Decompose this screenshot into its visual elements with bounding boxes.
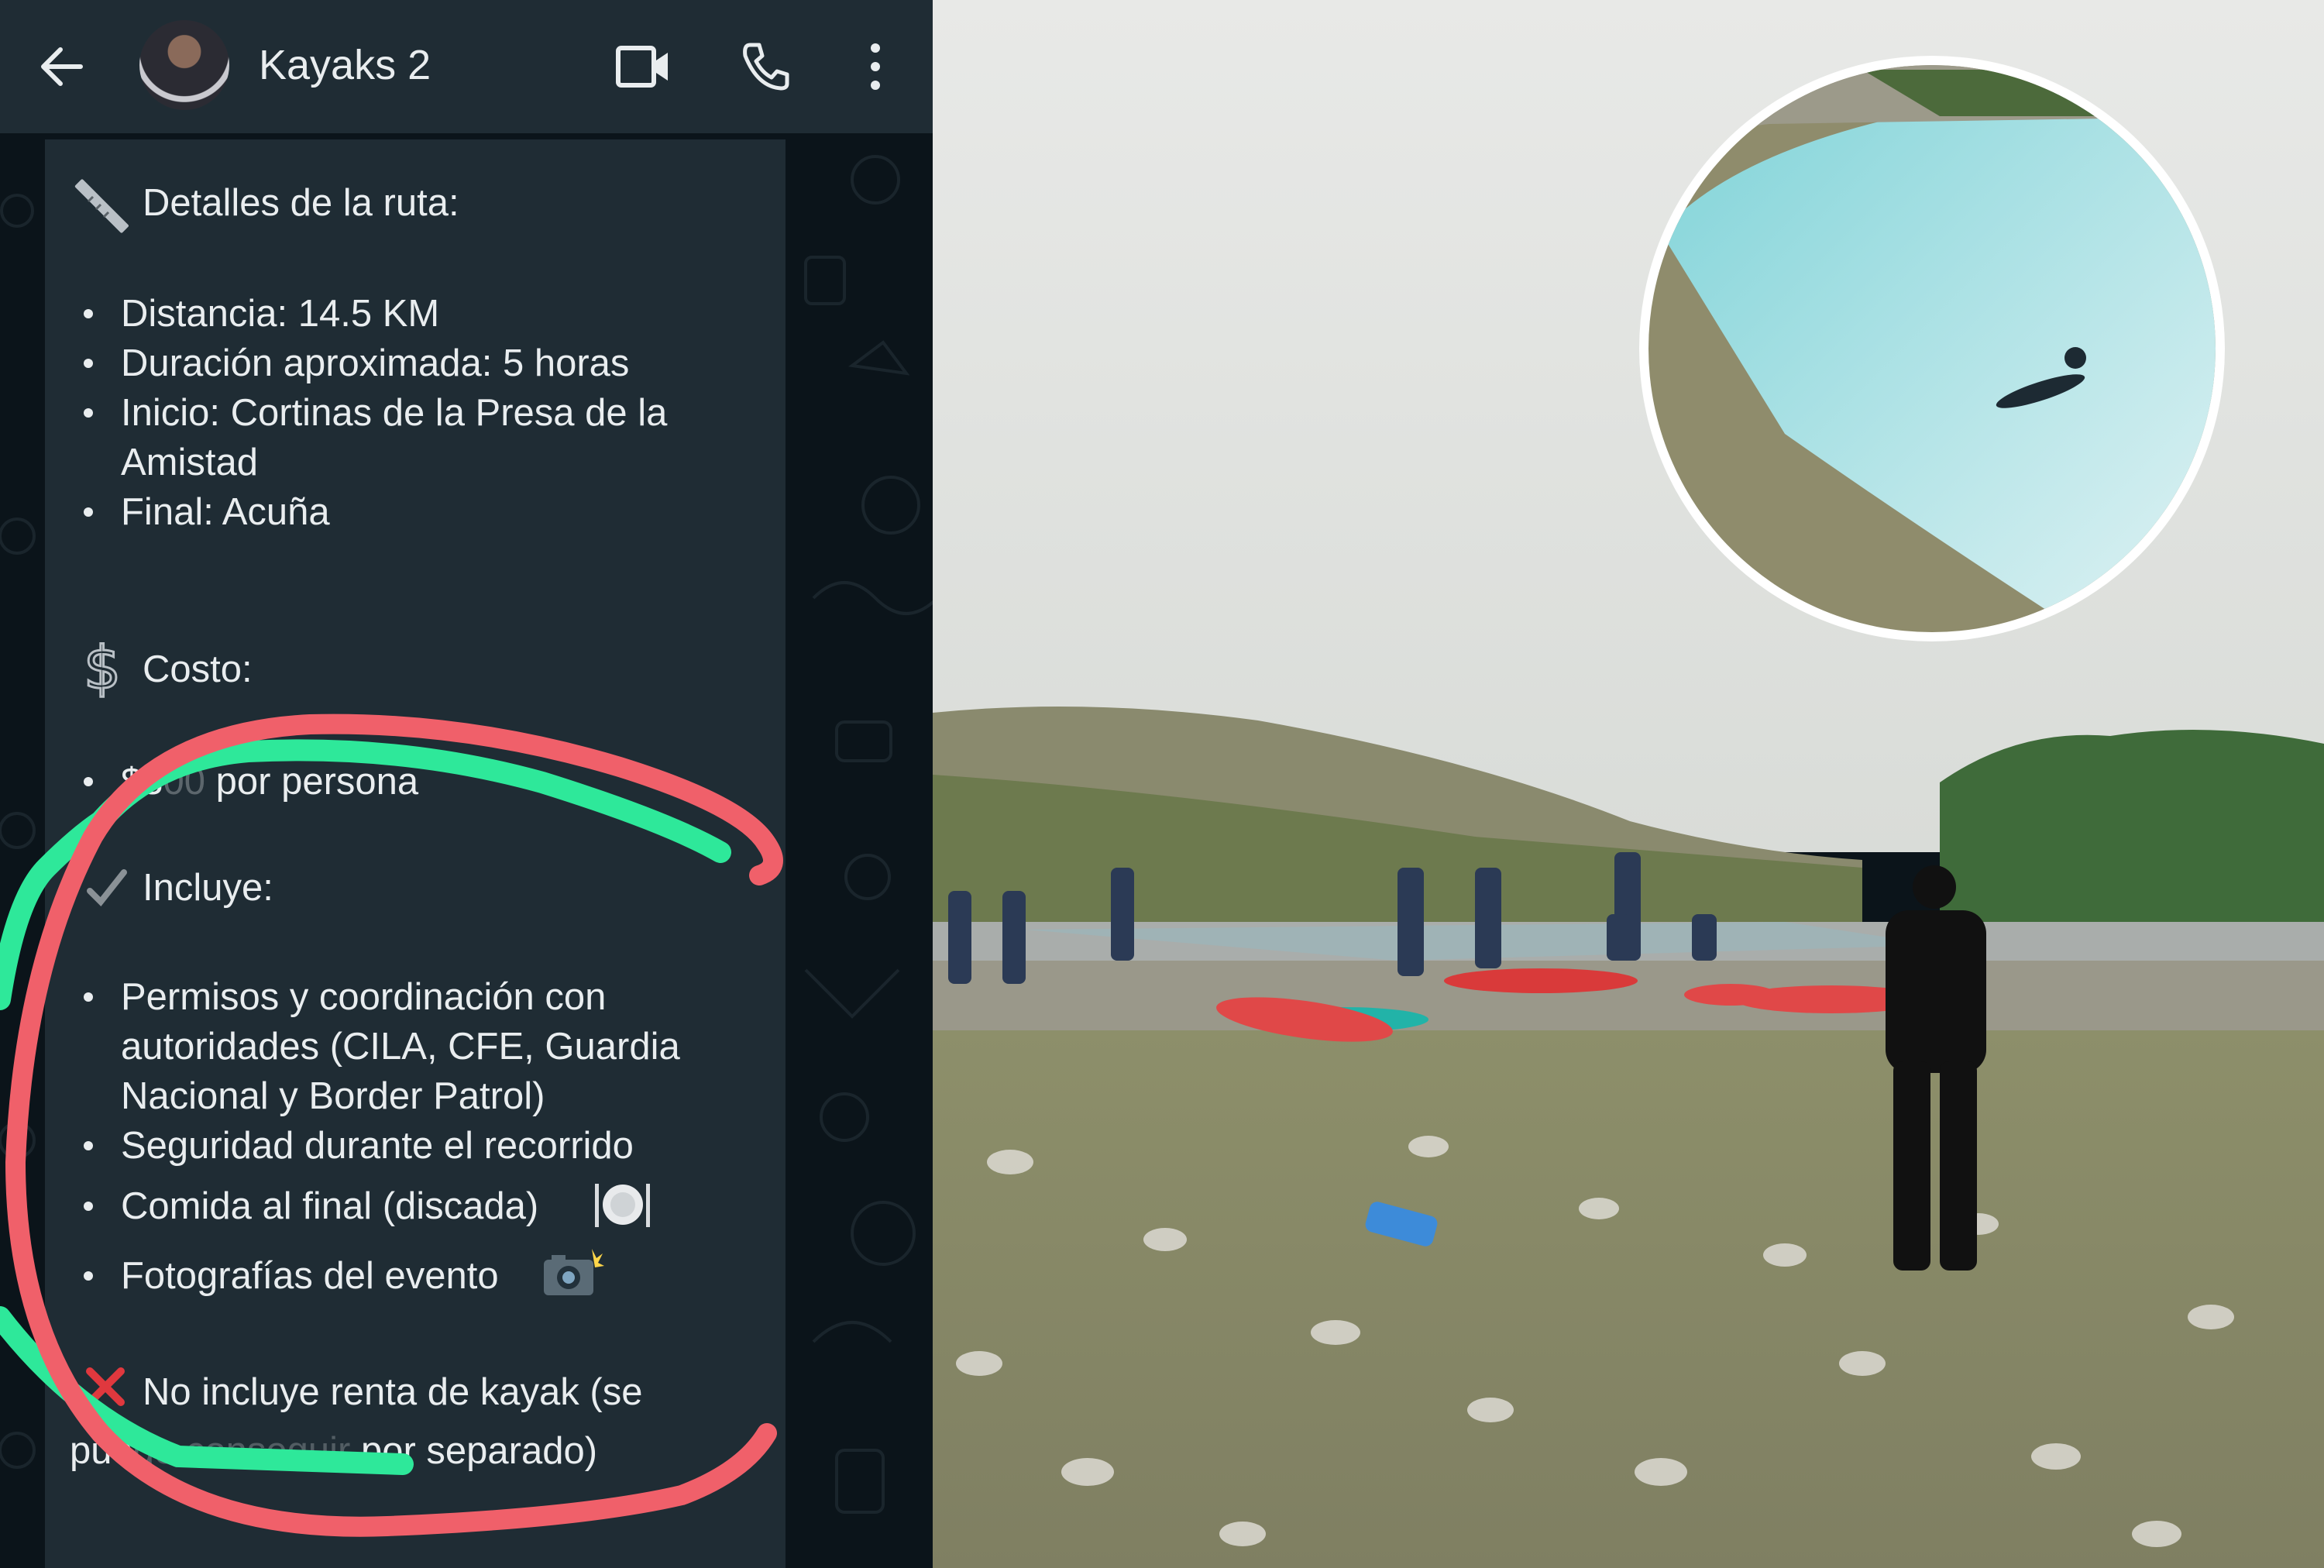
not-included-line1: No incluye renta de kayak (se xyxy=(143,1371,643,1413)
includes-permits: Permisos y coordinación con xyxy=(121,976,607,1018)
cost-value: $300 por persona xyxy=(121,761,419,803)
bullet xyxy=(84,408,93,418)
river-kayak-photo xyxy=(933,0,2324,1568)
cost-heading: Costo: xyxy=(143,648,253,690)
not-included-line2-end: por separado) xyxy=(360,1430,598,1472)
includes-photos: Fotografías del evento xyxy=(121,1255,499,1297)
more-options-icon[interactable] xyxy=(860,40,891,93)
bullet xyxy=(84,1202,93,1211)
bullet xyxy=(84,777,93,786)
route-start: Inicio: Cortinas de la Presa de la xyxy=(121,392,668,434)
cost-value-visible: $3 xyxy=(121,761,163,803)
not-included-line2-start: pue xyxy=(70,1430,133,1472)
bullet xyxy=(84,1141,93,1150)
includes-permits-cont1: autoridades (CILA, CFE, Guardia xyxy=(121,1026,680,1068)
bullet xyxy=(84,309,93,318)
message-bubble[interactable]: Detalles de la ruta: Distancia: 14.5 KM … xyxy=(45,139,786,1568)
bullet xyxy=(84,992,93,1002)
includes-security: Seguridad durante el recorrido xyxy=(121,1125,634,1167)
video-call-icon[interactable] xyxy=(615,43,671,90)
chat-title[interactable]: Kayaks 2 xyxy=(259,37,431,93)
route-end: Final: Acuña xyxy=(121,491,330,533)
voice-call-icon[interactable] xyxy=(739,40,792,93)
includes-heading: Incluye: xyxy=(143,867,273,909)
fork-knife-plate-emoji xyxy=(595,1184,650,1227)
includes-food: Comida al final (discada) xyxy=(121,1185,539,1227)
route-heading: Detalles de la ruta: xyxy=(143,182,459,224)
route-start-cont: Amistad xyxy=(121,442,259,483)
whatsapp-chat-screenshot: Kayaks 2 Detalles de la ruta: Distancia:… xyxy=(0,0,933,1568)
camera-flash-emoji xyxy=(544,1249,604,1295)
photo-scene xyxy=(933,0,2324,1568)
dollar-sign-emoji: $ xyxy=(82,634,122,699)
back-arrow-icon[interactable] xyxy=(37,42,87,91)
bullet xyxy=(84,507,93,517)
includes-permits-cont2: Nacional y Border Patrol) xyxy=(121,1075,545,1117)
route-distance: Distancia: 14.5 KM xyxy=(121,293,440,335)
chat-header: Kayaks 2 xyxy=(0,0,933,133)
kayak xyxy=(1684,984,1777,1006)
check-mark-emoji xyxy=(87,869,127,907)
kayak xyxy=(1444,968,1638,993)
cross-mark-emoji xyxy=(86,1367,125,1406)
cost-value-rest: por persona xyxy=(205,761,419,803)
svg-text:$: $ xyxy=(84,634,121,699)
route-duration: Duración aproximada: 5 horas xyxy=(121,342,630,384)
contact-avatar[interactable] xyxy=(139,20,229,110)
bullet xyxy=(84,359,93,368)
bullet xyxy=(84,1271,93,1281)
straight-ruler-emoji xyxy=(74,179,129,233)
not-included-line2: puede conseguir por separado) xyxy=(70,1430,598,1472)
